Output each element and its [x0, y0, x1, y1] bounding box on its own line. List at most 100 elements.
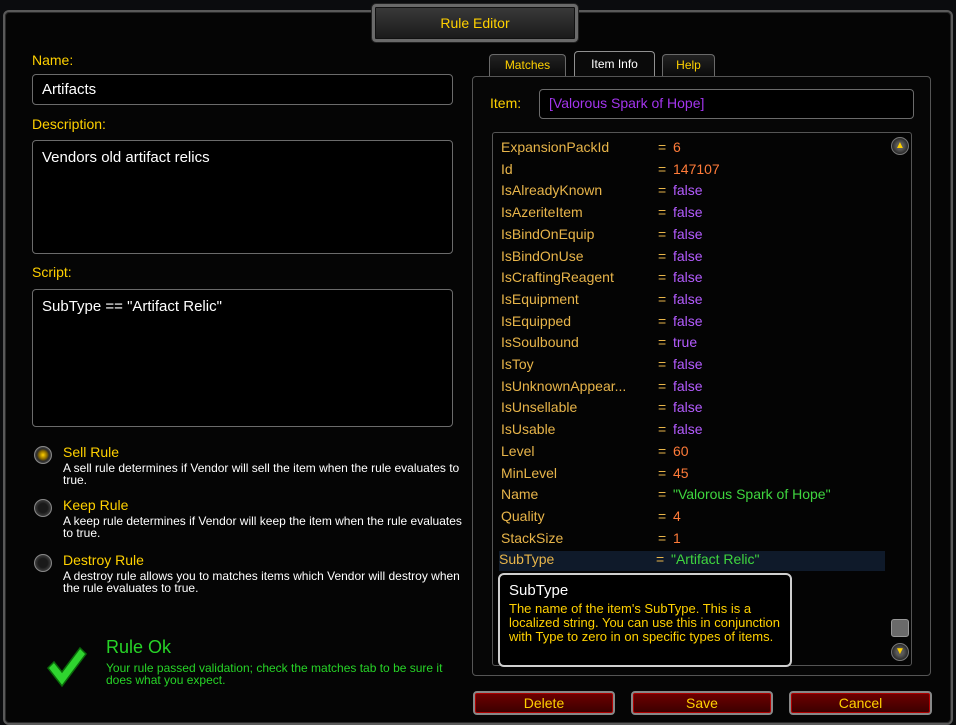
property-row[interactable]: Level = 60	[501, 443, 881, 463]
property-row[interactable]: IsCraftingReagent = false	[501, 269, 881, 289]
tooltip-body: The name of the item's SubType. This is …	[509, 601, 781, 644]
scroll-down-icon[interactable]: ▼	[891, 643, 909, 661]
status-message: Your rule passed validation; check the m…	[106, 661, 443, 687]
cancel-button[interactable]: Cancel	[789, 691, 932, 715]
property-value: 45	[673, 464, 689, 481]
item-input[interactable]: [Valorous Spark of Hope]	[539, 89, 914, 119]
property-equals: =	[658, 290, 667, 307]
scroll-thumb[interactable]	[891, 619, 909, 637]
property-row[interactable]: IsAzeriteItem = false	[501, 204, 881, 224]
destroy-rule-option[interactable]: Destroy Rule A destroy rule allows you t…	[34, 552, 460, 598]
property-row[interactable]: IsUsable = false	[501, 421, 881, 441]
property-row[interactable]: IsBindOnUse = false	[501, 248, 881, 268]
property-key: Name	[501, 486, 539, 503]
property-equals: =	[658, 312, 667, 329]
property-equals: =	[658, 334, 667, 351]
property-row[interactable]: StackSize = 1	[501, 530, 881, 550]
property-row[interactable]: IsEquipment = false	[501, 291, 881, 311]
property-value: 1	[673, 529, 681, 546]
property-key: StackSize	[501, 529, 564, 546]
property-row[interactable]: IsUnknownAppear... = false	[501, 378, 881, 398]
property-value: false	[673, 421, 703, 438]
property-row[interactable]: IsToy = false	[501, 356, 881, 376]
property-value: 60	[673, 442, 689, 459]
property-key: IsBindOnUse	[501, 247, 584, 264]
keep-rule-label: Keep Rule	[63, 497, 129, 513]
save-button[interactable]: Save	[631, 691, 773, 715]
property-key: IsEquipment	[501, 290, 579, 307]
property-row[interactable]: IsEquipped = false	[501, 313, 881, 333]
property-key: Level	[501, 442, 535, 459]
property-equals: =	[658, 507, 667, 524]
keep-rule-option[interactable]: Keep Rule A keep rule determines if Vend…	[34, 497, 462, 543]
property-value: "Valorous Spark of Hope"	[673, 486, 831, 503]
keep-rule-desc: A keep rule determines if Vendor will ke…	[63, 514, 462, 540]
sell-rule-label: Sell Rule	[63, 444, 120, 460]
property-equals: =	[658, 421, 667, 438]
destroy-rule-radio[interactable]	[34, 554, 52, 572]
tab-matches[interactable]: Matches	[489, 54, 566, 76]
sell-rule-option[interactable]: Sell Rule A sell rule determines if Vend…	[34, 444, 459, 490]
property-tooltip: SubType The name of the item's SubType. …	[498, 573, 792, 667]
keep-rule-radio[interactable]	[34, 499, 52, 517]
property-value: false	[673, 225, 703, 242]
property-value: 4	[673, 507, 681, 524]
property-value: false	[673, 247, 703, 264]
property-value: false	[673, 399, 703, 416]
property-value: false	[673, 312, 703, 329]
property-key: IsEquipped	[501, 312, 572, 329]
property-key: IsBindOnEquip	[501, 225, 595, 242]
property-key: Id	[501, 160, 513, 177]
delete-button[interactable]: Delete	[473, 691, 615, 715]
property-key: IsCraftingReagent	[501, 269, 614, 286]
property-value: false	[673, 377, 703, 394]
tooltip-title: SubType	[509, 582, 569, 599]
property-row[interactable]: IsSoulbound = true	[501, 334, 881, 354]
property-key: SubType	[499, 551, 555, 568]
script-label: Script:	[32, 264, 72, 280]
property-value: false	[673, 182, 703, 199]
property-row[interactable]: IsAlreadyKnown = false	[501, 182, 881, 202]
destroy-rule-desc: A destroy rule allows you to matches ite…	[63, 569, 460, 595]
property-value: 6	[673, 139, 681, 155]
property-equals: =	[658, 204, 667, 221]
property-equals: =	[658, 486, 667, 503]
tab-help[interactable]: Help	[662, 54, 715, 76]
name-input[interactable]: Artifacts	[32, 74, 453, 105]
property-row[interactable]: MinLevel = 45	[501, 465, 881, 485]
property-key: IsAlreadyKnown	[501, 182, 603, 199]
status-title: Rule Ok	[106, 637, 172, 657]
script-textarea[interactable]: SubType == "Artifact Relic"	[32, 289, 453, 427]
property-row[interactable]: IsBindOnEquip = false	[501, 226, 881, 246]
scrollbar[interactable]: ▲ ▼	[889, 133, 911, 665]
name-label: Name:	[32, 52, 74, 68]
property-value: false	[673, 356, 703, 372]
property-row[interactable]: Name = "Valorous Spark of Hope"	[501, 486, 881, 506]
property-key: IsToy	[501, 356, 534, 372]
property-row[interactable]: Quality = 4	[501, 508, 881, 528]
property-row[interactable]: SubType = "Artifact Relic"	[499, 551, 885, 572]
property-equals: =	[656, 551, 665, 568]
property-row[interactable]: Id = 147107	[501, 161, 881, 181]
tab-item-info[interactable]: Item Info	[574, 51, 655, 77]
property-key: MinLevel	[501, 464, 558, 481]
sell-rule-desc: A sell rule determines if Vendor will se…	[63, 461, 460, 487]
property-key: IsUnknownAppear...	[501, 377, 627, 394]
property-equals: =	[658, 182, 667, 199]
description-textarea[interactable]: Vendors old artifact relics	[32, 140, 453, 254]
property-key: ExpansionPackId	[501, 139, 610, 155]
checkmark-icon	[47, 646, 87, 688]
property-value: "Artifact Relic"	[671, 551, 760, 568]
property-equals: =	[658, 464, 667, 481]
property-value: false	[673, 290, 703, 307]
property-equals: =	[658, 225, 667, 242]
scroll-up-icon[interactable]: ▲	[891, 137, 909, 155]
property-row[interactable]: IsUnsellable = false	[501, 399, 881, 419]
property-row[interactable]: ExpansionPackId = 6	[501, 139, 881, 159]
sell-rule-radio[interactable]	[34, 446, 52, 464]
property-key: IsAzeriteItem	[501, 204, 583, 221]
property-value: true	[673, 334, 698, 351]
property-value: false	[673, 269, 703, 286]
property-equals: =	[658, 529, 667, 546]
property-equals: =	[658, 160, 667, 177]
